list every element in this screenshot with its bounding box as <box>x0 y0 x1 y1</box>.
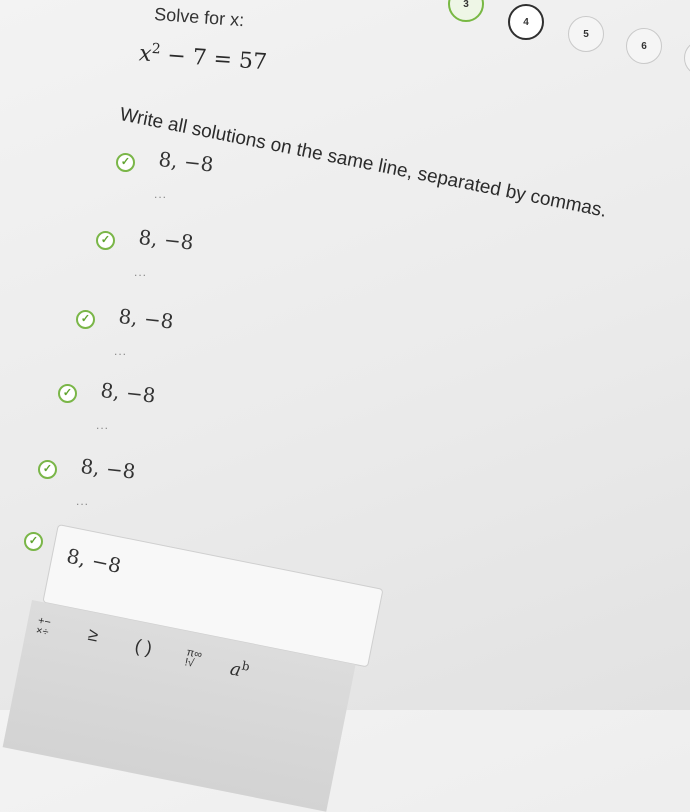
comparison-button[interactable]: ≥ <box>86 624 101 647</box>
answer-input-value: 8, −8 <box>64 543 124 578</box>
more-options-icon[interactable]: ... <box>76 494 89 508</box>
step-6[interactable]: 6 <box>626 28 662 64</box>
more-options-icon[interactable]: ... <box>114 344 127 358</box>
parentheses-button[interactable]: ( ) <box>133 635 154 659</box>
attempt-4: ✓ 8, −8 ... <box>58 378 208 444</box>
attempt-3: ✓ 8, −8 ... <box>76 304 226 370</box>
step-7-partial[interactable] <box>684 40 690 76</box>
equation-rhs: − 7 = 57 <box>159 42 268 76</box>
step-3[interactable]: 3 <box>448 0 484 22</box>
step-5[interactable]: 5 <box>568 16 604 52</box>
symbols-button[interactable]: π∞ !√ <box>184 646 203 670</box>
correct-check-icon: ✓ <box>38 460 57 479</box>
equation: x2 − 7 = 57 <box>138 40 268 75</box>
operators-button[interactable]: +− ×÷ <box>35 615 52 639</box>
correct-check-icon: ✓ <box>58 384 77 403</box>
attempt-2: ✓ 8, −8 ... <box>96 225 246 291</box>
more-options-icon[interactable]: ... <box>96 418 109 432</box>
attempt-answer: 8, −8 <box>117 304 175 334</box>
attempt-answer: 8, −8 <box>137 225 195 255</box>
step-indicator: 3 4 5 6 <box>400 0 690 86</box>
correct-check-icon: ✓ <box>24 532 43 551</box>
more-options-icon[interactable]: ... <box>134 265 147 279</box>
step-4[interactable]: 4 <box>508 4 544 40</box>
attempt-1: ✓ 8, −8 ... <box>116 147 266 213</box>
question-prompt: Solve for x: <box>153 4 245 31</box>
correct-check-icon: ✓ <box>76 310 95 329</box>
more-options-icon[interactable]: ... <box>154 187 167 201</box>
exponent-button[interactable]: ab <box>228 656 251 682</box>
attempt-answer: 8, −8 <box>79 454 137 484</box>
correct-check-icon: ✓ <box>96 231 115 250</box>
attempt-answer: 8, −8 <box>157 147 215 177</box>
attempt-5: ✓ 8, −8 ... <box>38 454 188 520</box>
correct-check-icon: ✓ <box>116 153 135 172</box>
attempt-answer: 8, −8 <box>99 378 157 408</box>
exponent-power: b <box>240 658 251 674</box>
